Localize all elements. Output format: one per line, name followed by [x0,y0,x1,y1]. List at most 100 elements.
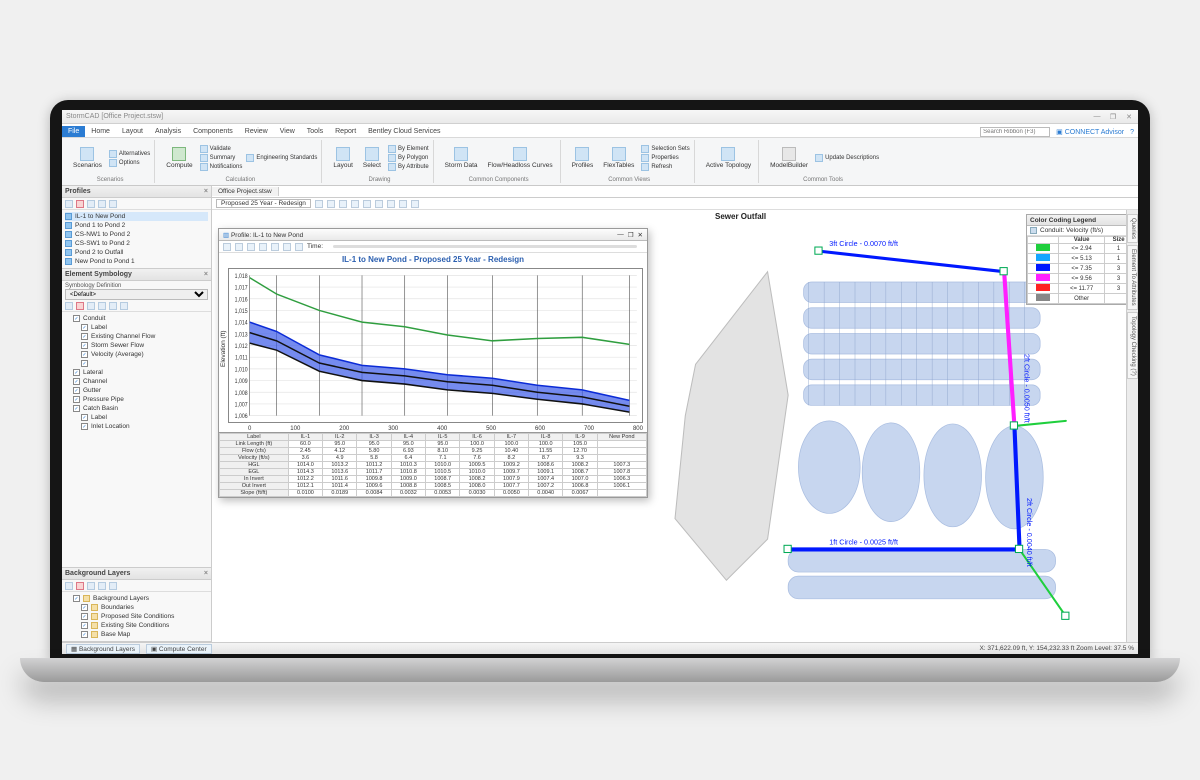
checkbox-icon[interactable]: ✓ [81,613,88,620]
tree-item[interactable]: ✓Velocity (Average) [65,350,208,359]
tree-item[interactable]: ✓Is Flooded [65,431,208,432]
profile-item[interactable]: CS-NW1 to Pond 2 [65,230,208,239]
tab-layout[interactable]: Layout [116,126,149,137]
tab-report[interactable]: Report [329,126,362,137]
status-bglayers-button[interactable]: ▦ Background Layers [66,644,140,654]
tab-view[interactable]: View [274,126,301,137]
properties-button[interactable]: Properties [641,154,689,162]
scn-b-icon[interactable] [387,200,395,208]
doc-tab[interactable]: Office Project.stsw [212,187,279,196]
tree-item[interactable]: ✓Catch Basin [65,404,208,413]
help-icon[interactable]: ? [1130,129,1134,136]
scn-d-icon[interactable] [411,200,419,208]
checkbox-icon[interactable]: ✓ [81,360,88,367]
pw-icon-7[interactable] [295,243,303,251]
checkbox-icon[interactable]: ✓ [81,622,88,629]
checkbox-icon[interactable]: ✓ [81,423,88,430]
profiles-panel-close[interactable]: × [204,188,208,195]
refresh-button[interactable]: Refresh [641,163,689,171]
pw-icon-5[interactable] [271,243,279,251]
scn-zoom-out-icon[interactable] [327,200,335,208]
profiles-new-icon[interactable] [65,200,73,208]
checkbox-icon[interactable]: ✓ [81,414,88,421]
select-button[interactable]: Select [360,146,384,170]
pw-icon-4[interactable] [259,243,267,251]
layer-new-icon[interactable] [65,582,73,590]
scn-zoom-in-icon[interactable] [315,200,323,208]
flextables-button[interactable]: FlexTables [600,146,637,170]
tab-tools[interactable]: Tools [301,126,329,137]
checkbox-icon[interactable]: ✓ [81,342,88,349]
layer-item[interactable]: ✓Base Map [65,630,208,639]
sym-a-icon[interactable] [87,302,95,310]
profile-item[interactable]: IL-1 to New Pond [65,212,208,221]
tab-review[interactable]: Review [239,126,274,137]
tab-analysis[interactable]: Analysis [149,126,187,137]
profile-item[interactable]: CS-SW1 to Pond 2 [65,239,208,248]
layer-item[interactable]: ✓Proposed Site Conditions [65,612,208,621]
layer-ref-icon[interactable] [109,582,117,590]
tab-components[interactable]: Components [187,126,239,137]
tree-item[interactable]: ✓ [65,359,208,368]
scenarios-button[interactable]: Scenarios [70,146,105,170]
scn-select-icon[interactable] [363,200,371,208]
checkbox-icon[interactable]: ✓ [73,405,80,412]
tree-item[interactable]: ✓Pressure Pipe [65,395,208,404]
profiles-button[interactable]: Profiles [569,146,597,170]
by-element-button[interactable]: By Element [388,145,429,153]
window-min-button[interactable]: — [1092,113,1102,121]
symbology-panel-close[interactable]: × [204,271,208,278]
tree-item[interactable]: ✓Inlet Location [65,422,208,431]
checkbox-icon[interactable]: ✓ [73,387,80,394]
notifications-button[interactable]: Notifications [200,163,243,171]
profile-window-titlebar[interactable]: ▥ Profile: IL-1 to New Pond — ❐ ✕ [219,229,647,241]
scn-a-icon[interactable] [375,200,383,208]
sym-new-icon[interactable] [65,302,73,310]
sym-b-icon[interactable] [98,302,106,310]
checkbox-icon[interactable]: ✓ [81,333,88,340]
profile-item[interactable]: New Pond to Pond 1 [65,257,208,266]
layers-panel-close[interactable]: × [204,570,208,577]
checkbox-icon[interactable]: ✓ [81,604,88,611]
summary-button[interactable]: Summary [200,154,243,162]
profiles-edit-icon[interactable] [87,200,95,208]
profile-window[interactable]: ▥ Profile: IL-1 to New Pond — ❐ ✕ [218,228,648,498]
layer-up-icon[interactable] [87,582,95,590]
checkbox-icon[interactable]: ✓ [81,631,88,638]
profiles-delete-icon[interactable] [76,200,84,208]
checkbox-icon[interactable]: ✓ [73,369,80,376]
pw-max-button[interactable]: ❐ [628,231,634,239]
layer-item[interactable]: ✓Existing Site Conditions [65,621,208,630]
side-tab-elem-attr[interactable]: Element To Attributes [1127,245,1138,310]
layer-item[interactable]: ✓Background Layers [65,594,208,603]
tree-item[interactable]: ✓Label [65,323,208,332]
tree-item[interactable]: ✓Storm Sewer Flow [65,341,208,350]
flow-curves-button[interactable]: Flow/Headloss Curves [485,146,556,170]
options-button[interactable]: Options [109,159,150,167]
sym-d-icon[interactable] [120,302,128,310]
checkbox-icon[interactable]: ✓ [81,324,88,331]
pw-close-button[interactable]: ✕ [638,231,643,239]
compute-button[interactable]: Compute [163,146,195,170]
by-attribute-button[interactable]: By Attribute [388,163,429,171]
symbology-dropdown[interactable]: <Default> [65,289,208,300]
connect-advisor-button[interactable]: ▣ CONNECT Advisor [1056,128,1124,136]
tab-file[interactable]: File [62,126,85,137]
scn-pan-icon[interactable] [351,200,359,208]
status-compute-button[interactable]: ▣ Compute Center [146,644,212,654]
selection-sets-button[interactable]: Selection Sets [641,145,689,153]
profile-item[interactable]: Pond 2 to Outfall [65,248,208,257]
tab-cloud[interactable]: Bentley Cloud Services [362,126,446,137]
window-close-button[interactable]: ✕ [1124,113,1134,121]
pw-icon-3[interactable] [247,243,255,251]
tree-item[interactable]: ✓Conduit [65,314,208,323]
tree-item[interactable]: ✓Gutter [65,386,208,395]
checkbox-icon[interactable]: ✓ [73,378,80,385]
tree-item[interactable]: ✓Existing Channel Flow [65,332,208,341]
side-tab-topology[interactable]: Topology Checking (?) [1127,312,1138,380]
active-topology-button[interactable]: Active Topology [703,146,754,170]
drawing-canvas[interactable]: Office Project.stsw Proposed 25 Year - R… [212,186,1138,642]
checkbox-icon[interactable]: ✓ [81,351,88,358]
tab-home[interactable]: Home [85,126,116,137]
pw-icon-6[interactable] [283,243,291,251]
